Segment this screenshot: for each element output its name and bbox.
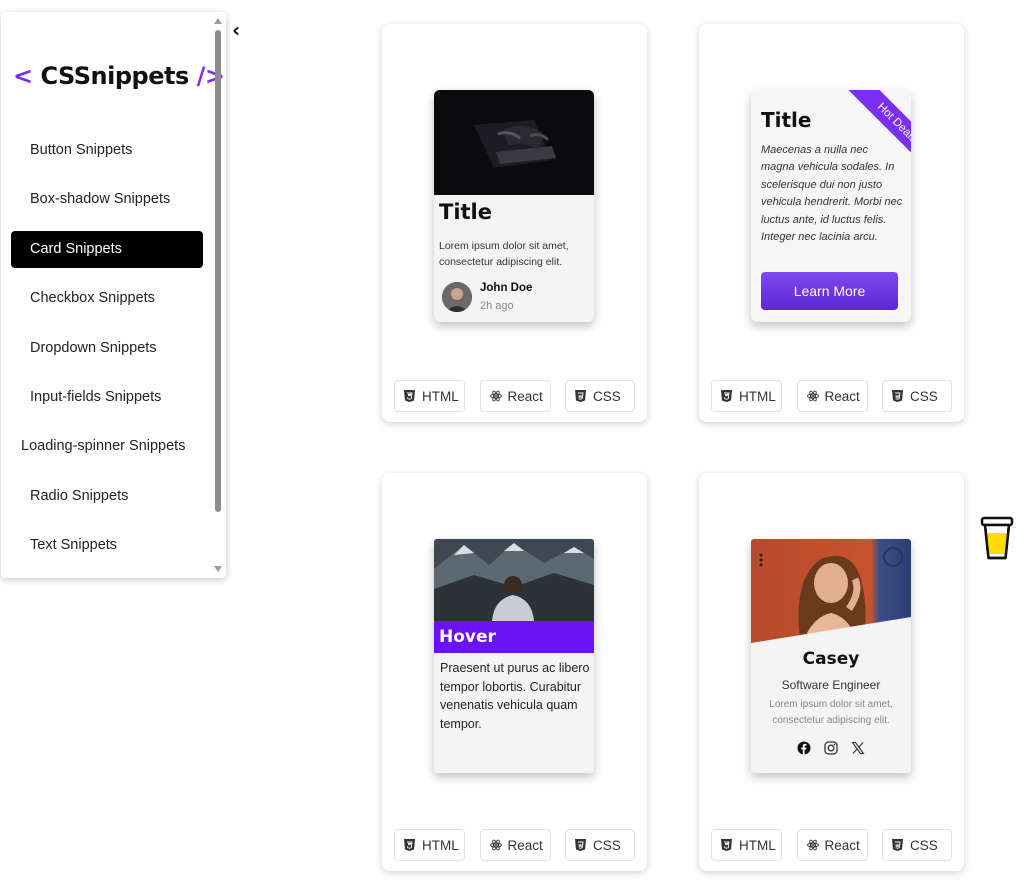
snippet-panel-person-card: Casey Software Engineer Lorem ipsum dolo…: [699, 473, 964, 871]
code-button-row: HTML React CSS: [711, 829, 952, 861]
sidebar-item-checkbox[interactable]: Checkbox Snippets: [11, 280, 203, 317]
react-icon: [806, 839, 819, 851]
avatar: [442, 282, 472, 312]
html-button[interactable]: HTML: [394, 380, 465, 412]
chevron-left-icon[interactable]: ‹: [232, 18, 240, 42]
card-text: Lorem ipsum dolor sit amet, consectetur …: [439, 240, 569, 268]
snippet-panel-profile-card: Title Lorem ipsum dolor sit amet, consec…: [382, 24, 647, 422]
learn-more-button[interactable]: Learn More: [761, 272, 898, 310]
react-icon: [806, 390, 819, 402]
sidebar-item-box-shadow[interactable]: Box-shadow Snippets: [11, 181, 203, 218]
person-card: Casey Software Engineer Lorem ipsum dolo…: [751, 539, 911, 773]
react-button[interactable]: React: [796, 380, 868, 412]
facebook-icon[interactable]: [797, 741, 811, 755]
css3-icon: [575, 839, 586, 851]
css3-icon: [575, 390, 586, 402]
code-button-row: HTML React CSS: [711, 380, 952, 412]
react-button-label: React: [507, 388, 543, 404]
html5-icon: [404, 390, 415, 402]
sidebar-nav: Button Snippets Box-shadow Snippets Card…: [11, 132, 203, 577]
brand-logo[interactable]: < CSSnippets />: [13, 62, 225, 90]
html-button[interactable]: HTML: [394, 829, 465, 861]
react-icon: [489, 390, 502, 402]
html-button[interactable]: HTML: [711, 829, 782, 861]
css-button[interactable]: CSS: [882, 829, 952, 861]
brand-name: CSSnippets: [40, 62, 189, 90]
post-time: 2h ago: [480, 300, 514, 312]
html-button-label: HTML: [739, 837, 776, 853]
code-button-row: HTML React CSS: [394, 829, 635, 861]
sidebar: < CSSnippets /> Button Snippets Box-shad…: [1, 12, 226, 578]
html-button[interactable]: HTML: [711, 380, 782, 412]
html5-icon: [721, 390, 732, 402]
css3-icon: [892, 390, 903, 402]
sidebar-item-dropdown[interactable]: Dropdown Snippets: [11, 330, 203, 367]
css-button[interactable]: CSS: [565, 829, 635, 861]
css-button-label: CSS: [593, 837, 621, 853]
person-name: Casey: [802, 649, 860, 669]
brand-open-bracket: <: [13, 62, 33, 90]
card-text: Praesent ut purus ac libero tempor lobor…: [440, 661, 590, 731]
react-icon: [489, 839, 502, 851]
scroll-down-arrow-icon[interactable]: [214, 566, 222, 572]
sidebar-item-card[interactable]: Card Snippets: [11, 230, 203, 268]
hover-title-bar: Hover: [434, 621, 594, 653]
scroll-up-arrow-icon[interactable]: [214, 18, 222, 24]
css-button[interactable]: CSS: [565, 380, 635, 412]
html5-icon: [721, 839, 732, 851]
sidebar-item-text[interactable]: Text Snippets: [11, 527, 203, 564]
card-image-mountains: [434, 539, 594, 621]
react-button[interactable]: React: [479, 380, 551, 412]
scroll-thumb[interactable]: [215, 30, 221, 512]
sidebar-item-input-fields[interactable]: Input-fields Snippets: [11, 379, 203, 416]
author-name: John Doe: [480, 282, 533, 294]
card-image-person: [751, 539, 911, 647]
card-text: Lorem ipsum dolor sit amet, consectetur …: [769, 699, 893, 726]
css-button[interactable]: CSS: [882, 380, 952, 412]
html-button-label: HTML: [422, 837, 459, 853]
html5-icon: [404, 839, 415, 851]
person-role: Software Engineer: [781, 678, 881, 692]
css-button-label: CSS: [910, 388, 938, 404]
html-button-label: HTML: [422, 388, 459, 404]
css-button-label: CSS: [910, 837, 938, 853]
social-links: [751, 741, 911, 755]
sidebar-item-button[interactable]: Button Snippets: [11, 132, 203, 169]
card-text: Maecenas a nulla nec magna vehicula soda…: [761, 144, 903, 244]
profile-card: Title Lorem ipsum dolor sit amet, consec…: [434, 90, 594, 322]
react-button-label: React: [824, 388, 860, 404]
instagram-icon[interactable]: [824, 741, 838, 755]
snippet-panel-ribbon-card: Title Hot Deals Maecenas a nulla nec mag…: [699, 24, 964, 422]
sidebar-item-radio[interactable]: Radio Snippets: [11, 478, 203, 515]
css3-icon: [892, 839, 903, 851]
card-image-laptop: [434, 90, 594, 195]
react-button[interactable]: React: [479, 829, 551, 861]
sidebar-item-loading-spinner[interactable]: Loading-spinner Snippets: [11, 428, 203, 465]
coffee-cup-icon[interactable]: [980, 514, 1014, 562]
css-button-label: CSS: [593, 388, 621, 404]
code-button-row: HTML React CSS: [394, 380, 635, 412]
sidebar-scrollbar[interactable]: [213, 16, 223, 574]
snippet-panel-hover-card: Hover Praesent ut purus ac libero tempor…: [382, 473, 647, 871]
card-title: Title: [439, 200, 493, 224]
react-button-label: React: [507, 837, 543, 853]
html-button-label: HTML: [739, 388, 776, 404]
hover-card[interactable]: Hover Praesent ut purus ac libero tempor…: [434, 539, 594, 773]
card-title: Title: [761, 108, 812, 132]
x-icon[interactable]: [851, 741, 865, 755]
ribbon-card: Title Hot Deals Maecenas a nulla nec mag…: [751, 90, 911, 322]
react-button[interactable]: React: [796, 829, 868, 861]
react-button-label: React: [824, 837, 860, 853]
